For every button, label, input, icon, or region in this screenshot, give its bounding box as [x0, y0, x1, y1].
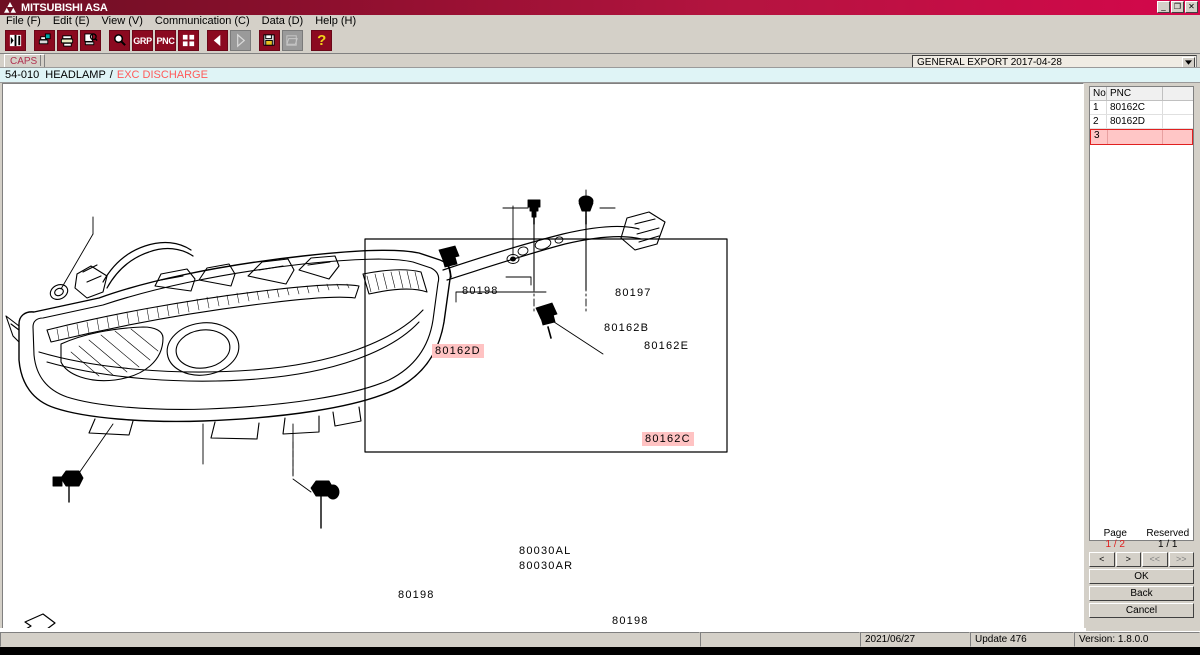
toolbar-grp-label: GRP: [133, 35, 152, 46]
callout-80162D[interactable]: 80162D: [432, 344, 484, 358]
breadcrumb-separator: /: [109, 69, 113, 81]
triangle-right-icon: [237, 33, 246, 48]
toolbar-grid-button[interactable]: [178, 30, 199, 51]
screen-bottom-edge: [0, 647, 1200, 655]
reserved-value: 1 / 1: [1158, 539, 1178, 550]
cancel-button[interactable]: Cancel: [1089, 603, 1194, 618]
toolbar-pnc-label: PNC: [156, 35, 175, 46]
callout-80162C[interactable]: 80162C: [642, 432, 694, 446]
triangle-left-icon: [213, 34, 221, 47]
callout-80030AR[interactable]: 80030AR: [519, 560, 573, 572]
table-row[interactable]: 1 80162C: [1090, 101, 1193, 115]
minimize-button[interactable]: _: [1157, 1, 1170, 13]
pager: Page Reserved 1 / 2 1 / 1 < > << >> OK B…: [1089, 528, 1194, 618]
application-window: MITSUBISHI ASA _ ❐ ✕ File (F) Edit (E) V…: [0, 0, 1200, 655]
status-bar: 2021/06/27 Update 476 Version: 1.8.0.0: [0, 631, 1200, 647]
status-spare-1: [700, 632, 860, 647]
toolbar-back-button[interactable]: [207, 30, 228, 51]
page-label: Page: [1103, 528, 1127, 539]
pnc-cell-no: 3: [1091, 130, 1108, 144]
callout-80162B[interactable]: 80162B: [604, 322, 649, 334]
status-update: Update 476: [970, 632, 1074, 647]
parts-diagram-panel[interactable]: 80198 80197 80162B 80162E 80162D 80162C …: [2, 83, 1084, 632]
reserved-label: Reserved: [1146, 528, 1190, 539]
callout-80198-left[interactable]: 80198: [398, 589, 435, 601]
back-button[interactable]: Back: [1089, 586, 1194, 601]
printer-icon: [60, 35, 74, 47]
toolbar-grp-button[interactable]: GRP: [132, 30, 153, 51]
mitsubishi-three-diamonds-icon: [4, 2, 16, 13]
callout-80197[interactable]: 80197: [615, 287, 652, 299]
pnc-col-blank: [1163, 87, 1193, 100]
pnc-cell-no: 1: [1090, 101, 1107, 114]
question-mark-icon: ?: [317, 32, 326, 49]
close-button[interactable]: ✕: [1185, 1, 1198, 13]
app-title: MITSUBISHI ASA: [21, 1, 108, 14]
menu-view[interactable]: View (V): [96, 15, 149, 28]
callout-80198-right[interactable]: 80198: [612, 615, 649, 627]
last-page-button[interactable]: >>: [1168, 552, 1194, 567]
title-bar: MITSUBISHI ASA _ ❐ ✕: [0, 0, 1200, 15]
toolbar-pnc-button[interactable]: PNC: [155, 30, 176, 51]
pnc-cell-extra: [1163, 130, 1192, 144]
table-row[interactable]: 2 80162D: [1090, 115, 1193, 129]
pnc-cell-extra: [1163, 101, 1193, 114]
ok-button[interactable]: OK: [1089, 569, 1194, 584]
print-preview-icon: [84, 33, 98, 46]
status-date: 2021/06/27: [860, 632, 970, 647]
table-row-selected[interactable]: 3: [1090, 129, 1193, 145]
status-message: [0, 632, 700, 647]
first-page-button[interactable]: <<: [1142, 552, 1168, 567]
toolbar-open-button[interactable]: [282, 30, 303, 51]
menu-data[interactable]: Data (D): [256, 15, 310, 28]
toolbar-save-button[interactable]: [259, 30, 280, 51]
menu-file[interactable]: File (F): [0, 15, 47, 28]
callout-80030AL[interactable]: 80030AL: [519, 545, 571, 557]
pnc-col-pnc: PNC: [1107, 87, 1163, 100]
pnc-table[interactable]: No PNC 1 80162C 2 80162D 3: [1089, 86, 1194, 541]
printer-setup-icon: [38, 33, 51, 45]
next-page-button[interactable]: >: [1115, 552, 1141, 567]
magnifier-icon: [114, 34, 126, 46]
pnc-table-header: No PNC: [1090, 87, 1193, 101]
callout-80162E[interactable]: 80162E: [644, 340, 689, 352]
pnc-cell-pnc: 80162C: [1107, 101, 1163, 114]
pnc-cell-pnc: [1108, 130, 1163, 144]
toolbar-print-button[interactable]: [57, 30, 78, 51]
pnc-side-panel: No PNC 1 80162C 2 80162D 3 Page Reserved…: [1086, 83, 1200, 632]
menu-communication[interactable]: Communication (C): [149, 15, 256, 28]
toolbar-forward-button[interactable]: [230, 30, 251, 51]
toolbar-print-setup-button[interactable]: [34, 30, 55, 51]
pnc-col-no: No: [1090, 87, 1107, 100]
breadcrumb: 54-010 HEADLAMP / EXC DISCHARGE: [0, 67, 1200, 83]
window-controls: _ ❐ ✕: [1157, 1, 1198, 13]
toolbar-print-preview-button[interactable]: [80, 30, 101, 51]
callout-80198-top[interactable]: 80198: [462, 285, 499, 297]
pnc-cell-pnc: 80162D: [1107, 115, 1163, 128]
status-version: Version: 1.8.0.0: [1074, 632, 1200, 647]
pnc-cell-extra: [1163, 115, 1193, 128]
pnc-cell-no: 2: [1090, 115, 1107, 128]
toolbar-search-button[interactable]: [109, 30, 130, 51]
menu-edit[interactable]: Edit (E): [47, 15, 96, 28]
grid-squares-icon: [182, 34, 195, 47]
toolbar: GRP PNC ?: [0, 28, 1200, 54]
tab-divider: [40, 55, 41, 66]
folder-open-icon: [286, 35, 298, 46]
toolbar-help-button[interactable]: ?: [311, 30, 332, 51]
restore-button[interactable]: ❐: [1171, 1, 1184, 13]
prev-page-button[interactable]: <: [1089, 552, 1115, 567]
breadcrumb-code: 54-010: [5, 69, 40, 81]
breadcrumb-variant: EXC DISCHARGE: [116, 69, 208, 81]
toolbar-book-button[interactable]: [5, 30, 26, 51]
breadcrumb-name: HEADLAMP: [45, 69, 106, 81]
page-value: 1 / 2: [1105, 539, 1125, 550]
book-open-icon: [9, 34, 22, 47]
menu-bar: File (F) Edit (E) View (V) Communication…: [0, 15, 1200, 29]
menu-help[interactable]: Help (H): [309, 15, 362, 28]
floppy-disk-icon: [263, 34, 275, 46]
